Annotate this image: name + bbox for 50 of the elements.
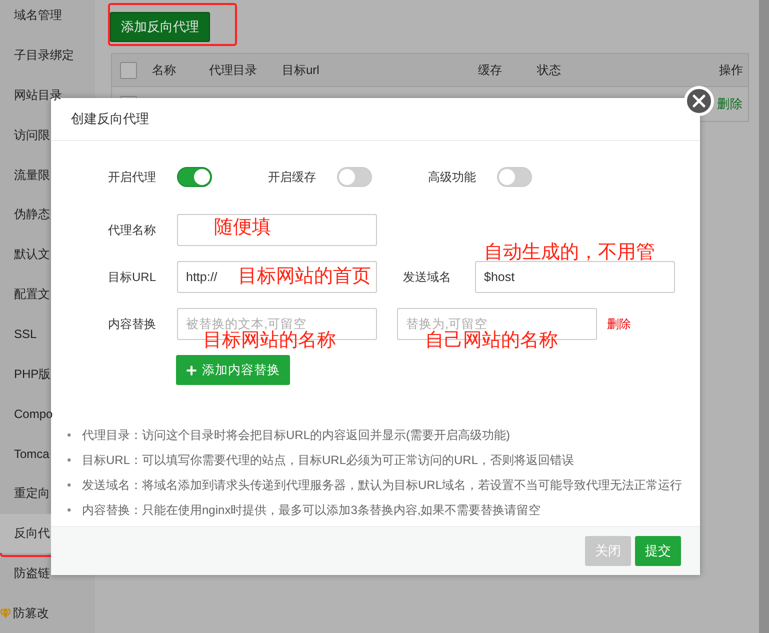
delete-link[interactable]: 删除 (607, 316, 631, 332)
note-text: 目标URL：可以填写你需要代理的站点，目标URL必须为可正常访问的URL，否则将返回错误 (82, 452, 574, 468)
sidebar-item[interactable]: Tomca (0, 434, 51, 474)
sidebar-item[interactable]: 重定向 (0, 474, 51, 514)
checkbox[interactable] (120, 62, 137, 78)
column-header: 操作 (719, 62, 743, 78)
dialog-title: 创建反向代理 (71, 110, 149, 128)
sidebar-item[interactable]: 防盗链 (0, 553, 51, 594)
sidebar-item[interactable]: SSL (0, 314, 51, 354)
bullet: • (67, 502, 72, 516)
bullet: • (67, 428, 72, 442)
input-field[interactable]: $host (475, 261, 675, 293)
sidebar-item[interactable]: 域名管理 (0, 0, 62, 36)
sidebar-item[interactable]: 默认文 (0, 234, 51, 275)
sidebar-item[interactable]: PHP版 (0, 354, 51, 394)
toggle-label: 开启缓存 (268, 168, 317, 186)
sidebar-item[interactable]: 配置文 (0, 274, 51, 314)
add-proxy-button[interactable]: 添加反向代理 (110, 12, 210, 42)
column-header: 目标url (282, 62, 320, 78)
sidebar-item[interactable]: 子目录绑定 (0, 36, 74, 76)
field-label: 目标URL (108, 268, 158, 286)
toggle-switch[interactable] (337, 167, 372, 187)
gem-icon (0, 608, 11, 619)
annotation-text: 目标网站的首页 (238, 267, 371, 286)
sidebar-item[interactable]: 反向代 (0, 514, 51, 554)
note-text: 代理目录：访问这个目录时将会把目标URL的内容返回并显示(需要开启高级功能) (82, 426, 510, 442)
plus-icon (186, 364, 197, 376)
toggle-label: 高级功能 (428, 168, 477, 186)
bullet: • (67, 478, 72, 492)
column-header: 名称 (152, 62, 176, 78)
sidebar-item[interactable]: 伪静态 (0, 195, 51, 235)
column-header: 代理目录 (209, 62, 257, 78)
sidebar-item[interactable]: 流量限 (0, 155, 51, 196)
close-icon (692, 94, 706, 108)
field-label: 发送域名 (403, 268, 452, 286)
toggle-label: 开启代理 (108, 168, 157, 186)
bullet: • (67, 452, 72, 466)
note-text: 发送域名：将域名添加到请求头传递到代理服务器，默认为目标URL域名，若设置不当可能导致代理无法正常运行 (82, 476, 682, 492)
field-label: 内容替换 (108, 316, 157, 332)
annotation-text: 自动生成的，不用管 (484, 243, 655, 262)
toggle-switch[interactable] (177, 167, 212, 187)
field-label: 代理名称 (108, 222, 157, 238)
column-header: 状态 (537, 62, 561, 78)
note-text: 内容替换：只能在使用nginx时提供，最多可以添加3条替换内容,如果不需要替换请留空 (82, 502, 541, 518)
sidebar-item[interactable]: 防篡改 (0, 593, 51, 633)
column-header: 缓存 (478, 62, 502, 78)
toggle-switch[interactable] (497, 167, 532, 187)
input-field[interactable] (177, 214, 377, 246)
sidebar-item[interactable]: 访问限 (0, 115, 51, 156)
annotation-text: 随便填 (214, 218, 271, 237)
